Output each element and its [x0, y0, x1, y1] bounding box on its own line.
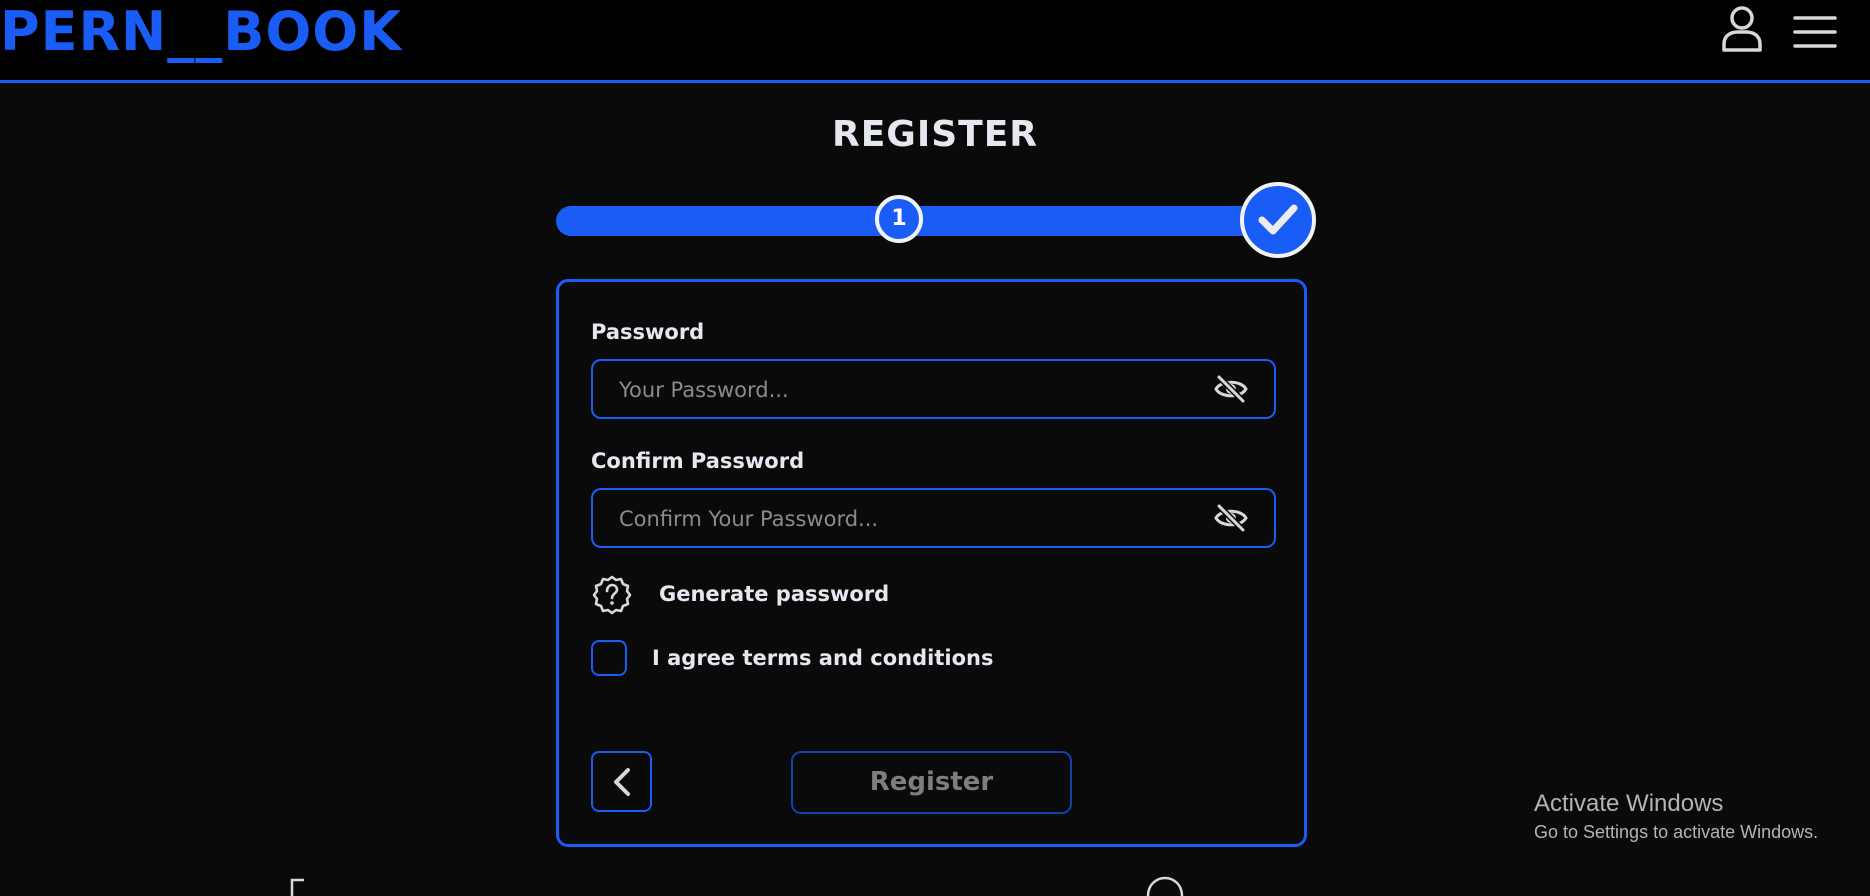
password-field [591, 359, 1276, 419]
password-input[interactable] [617, 361, 1181, 419]
page-title: REGISTER [831, 114, 1039, 155]
confirm-password-field [591, 488, 1276, 548]
terms-checkbox[interactable] [591, 640, 627, 676]
top-navbar: PERN__BOOK [0, 0, 1870, 83]
terms-label[interactable]: I agree terms and conditions [652, 646, 993, 670]
back-button[interactable] [591, 751, 652, 812]
eye-off-icon[interactable] [1214, 374, 1248, 404]
check-icon [1258, 204, 1298, 235]
user-icon[interactable] [1718, 4, 1766, 56]
stepper-step-complete [1240, 182, 1316, 258]
question-badge-icon[interactable] [591, 574, 633, 616]
stepper-step-1: 1 [875, 195, 923, 243]
eye-off-icon[interactable] [1214, 503, 1248, 533]
confirm-password-input[interactable] [617, 490, 1181, 548]
register-button[interactable]: Register [791, 751, 1072, 814]
password-label: Password [591, 320, 705, 344]
register-form-card: Password Confirm Password Generate passw… [556, 279, 1307, 847]
hamburger-menu-icon[interactable] [1791, 4, 1839, 56]
chevron-left-icon [614, 768, 630, 796]
logo[interactable]: PERN__BOOK [0, 2, 402, 62]
phone-icon [290, 878, 304, 896]
confirm-password-label: Confirm Password [591, 449, 805, 473]
generate-password-label[interactable]: Generate password [659, 582, 889, 606]
watermark-title: Activate Windows [1534, 790, 1724, 817]
watermark-subtitle: Go to Settings to activate Windows. [1534, 822, 1819, 842]
mail-icon [1146, 876, 1184, 896]
windows-activation-watermark: Activate Windows Go to Settings to activ… [1534, 790, 1818, 843]
progress-stepper: 1 [556, 180, 1316, 260]
